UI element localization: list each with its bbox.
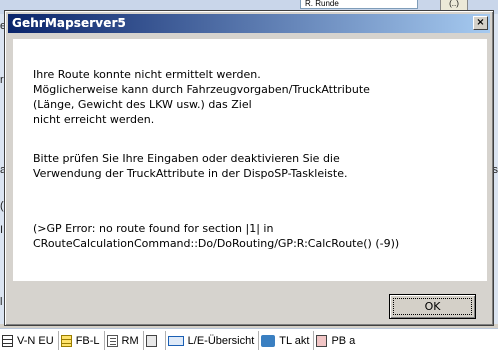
taskbar-label: L/E-Übersicht [187,334,255,347]
message-line: (>GP Error: no route found for section |… [33,222,274,235]
dialog-title: GehrMapserver5 [12,16,126,30]
list-icon [106,334,118,347]
yellow-list-icon [60,334,72,347]
background-field[interactable]: R. Runde [300,0,418,9]
taskbar-label: RM [121,334,139,347]
message-line: Möglicherweise kann durch Fahrzeugvorgab… [33,83,370,96]
taskbar-item-rm[interactable]: RM [105,331,144,350]
message-line: Ihre Route konnte nicht ermittelt werden… [33,68,261,81]
taskbar-item-tl-akt[interactable]: TL akt [259,331,315,350]
message-paragraph: Ihre Route konnte nicht ermittelt werden… [33,67,370,127]
background-text: l [0,296,3,308]
dialog-titlebar[interactable]: GehrMapserver5 × [8,14,490,33]
taskbar-label: FB-L [75,334,100,347]
taskbar-label: PB a [331,334,356,347]
taskbar-item-vn-eu[interactable]: V-N EU [0,331,59,350]
ok-button[interactable]: OK [389,294,476,319]
truck-icon [261,334,276,347]
taskbar-item-document[interactable] [144,331,166,350]
flow-icon [167,335,184,346]
message-line: Verwendung der TruckAttribute in der Dis… [33,167,348,180]
taskbar-label: V-N EU [17,334,54,347]
taskbar-label: TL akt [279,334,310,347]
message-line: nicht erreicht werden. [33,113,155,126]
error-detail: (>GP Error: no route found for section |… [33,221,399,251]
message-line: (Länge, Gewicht des LKW usw.) das Ziel [33,98,252,111]
close-button[interactable]: × [473,16,488,30]
taskbar-item-le-uebersicht[interactable]: L/E-Übersicht [166,331,260,350]
message-line: Bitte prüfen Sie Ihre Eingaben oder deak… [33,152,340,165]
grid-icon [2,334,13,347]
background-text: I [0,224,4,236]
taskbar-item-fb-l[interactable]: FB-L [59,331,105,350]
message-area: Ihre Route konnte nicht ermittelt werden… [13,39,487,281]
error-dialog: GehrMapserver5 × Ihre Route konnte nicht… [4,10,494,326]
message-paragraph: Bitte prüfen Sie Ihre Eingaben oder deak… [33,151,347,181]
pb-icon [316,334,328,347]
taskbar-item-pb[interactable]: PB a [314,331,359,350]
document-icon [145,334,157,347]
taskbar: V-N EU FB-L RM L/E-Übersicht TL akt PB a [0,328,498,352]
message-line: CRouteCalculationCommand::Do/DoRouting/G… [33,237,400,250]
